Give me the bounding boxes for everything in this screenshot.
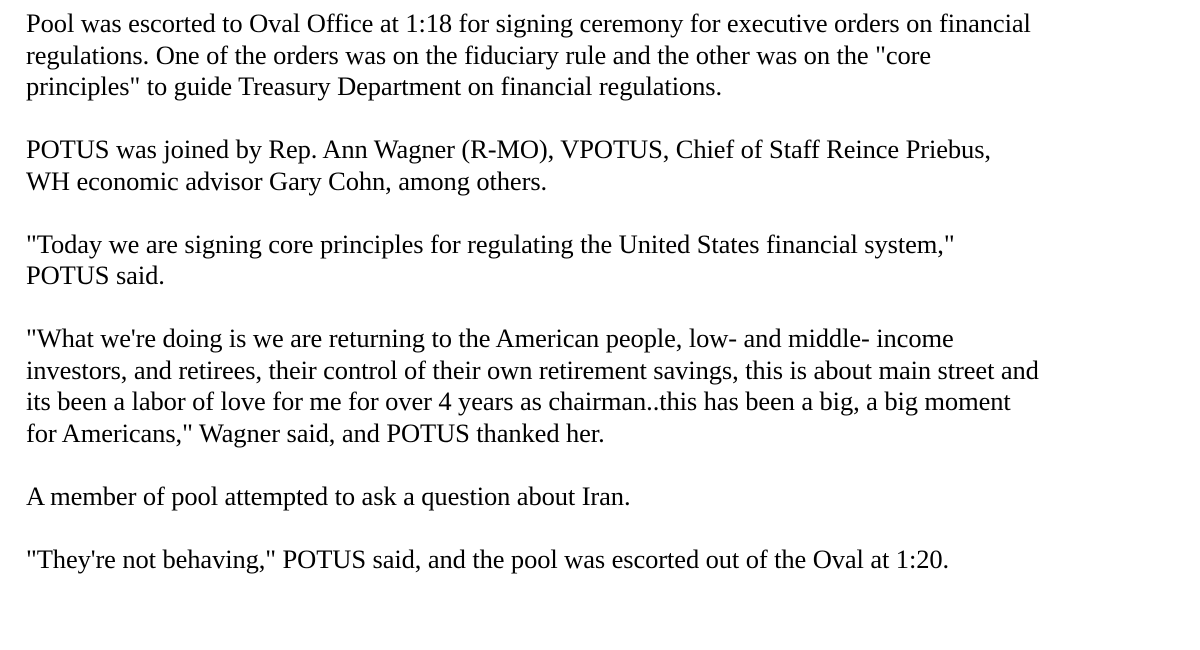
text-line: Pool was escorted to Oval Office at 1:18…: [26, 8, 1031, 38]
text-line: principles" to guide Treasury Department…: [26, 71, 722, 101]
text-line: WH economic advisor Gary Cohn, among oth…: [26, 165, 548, 196]
paragraph-arrival: Pool was escorted to Oval Office at 1:18…: [26, 8, 1194, 103]
paragraph-attendees: POTUS was joined by Rep. Ann Wagner (R-M…: [26, 134, 1194, 197]
text-line: regulations. One of the orders was on th…: [26, 39, 932, 70]
paragraph-iran-question: A member of pool attempted to ask a ques…: [26, 481, 1194, 513]
text-line: investors, and retirees, their control o…: [26, 354, 1039, 385]
paragraph-potus-quote: "Today we are signing core principles fo…: [26, 229, 1194, 292]
text-line: POTUS said.: [26, 260, 165, 290]
paragraph-departure: "They're not behaving," POTUS said, and …: [26, 544, 1194, 576]
text-line: A member of pool attempted to ask a ques…: [26, 480, 631, 511]
text-line: its been a labor of love for me for over…: [26, 386, 1011, 416]
pool-report-document: Pool was escorted to Oval Office at 1:18…: [26, 8, 1194, 607]
text-line: "Today we are signing core principles fo…: [26, 228, 955, 259]
text-line: POTUS was joined by Rep. Ann Wagner (R-M…: [26, 134, 991, 164]
paragraph-wagner-quote: "What we're doing is we are returning to…: [26, 323, 1194, 449]
text-line: "What we're doing is we are returning to…: [26, 323, 954, 353]
text-line: for Americans," Wagner said, and POTUS t…: [26, 417, 605, 448]
text-line: "They're not behaving," POTUS said, and …: [26, 543, 950, 574]
